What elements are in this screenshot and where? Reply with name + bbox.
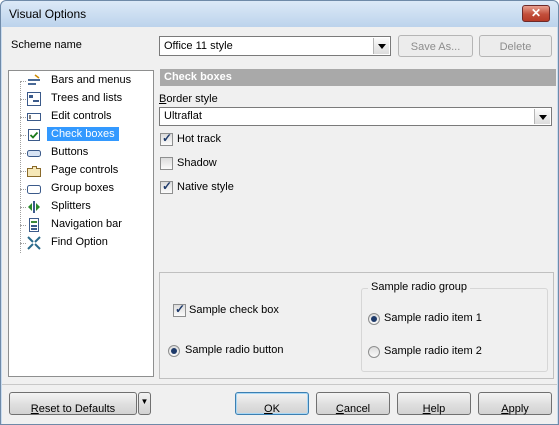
find-option-icon	[27, 236, 41, 250]
reset-to-defaults-button[interactable]: Reset to Defaults	[9, 392, 137, 415]
tree-item-label: Group boxes	[51, 182, 114, 194]
visual-options-window: Visual Options ✕ Scheme name Office 11 s…	[0, 0, 559, 425]
shadow-checkbox[interactable]	[160, 157, 173, 170]
sample-radio-button-label[interactable]: Sample radio button	[185, 344, 283, 356]
tree-connector	[20, 135, 26, 136]
chevron-down-icon: ▼	[140, 397, 149, 406]
tree-item-label: Page controls	[51, 164, 119, 176]
scheme-name-value: Office 11 style	[164, 40, 233, 52]
sample-radio-group: Sample radio group	[361, 281, 548, 372]
border-style-label-text: order style	[166, 93, 218, 105]
splitter-icon	[27, 200, 41, 214]
save-as-label: Save As...	[410, 41, 461, 53]
tree-connector	[20, 225, 26, 226]
sample-radio-button[interactable]	[168, 345, 180, 357]
sample-check-box-label[interactable]: Sample check box	[189, 304, 279, 316]
tree-item-label: Bars and menus	[51, 74, 132, 86]
apply-label: Apply	[501, 403, 529, 415]
border-style-combo[interactable]: Ultraflat	[159, 107, 552, 126]
title-bar: Visual Options ✕	[1, 1, 558, 27]
tree-item-label: Check boxes	[47, 127, 119, 141]
save-as-button[interactable]: Save As...	[398, 35, 473, 57]
tree-connector	[20, 117, 26, 118]
scheme-name-combo[interactable]: Office 11 style	[159, 36, 391, 56]
delete-label: Delete	[499, 41, 532, 53]
tree-item-label: Trees and lists	[51, 92, 123, 104]
hot-track-checkbox[interactable]	[160, 131, 173, 146]
sample-check-box[interactable]	[173, 302, 186, 317]
tree-connector	[20, 81, 21, 253]
ok-label: OK	[264, 403, 280, 415]
page-control-icon	[27, 164, 41, 178]
checkbox-icon	[27, 128, 41, 142]
cancel-button[interactable]: Cancel	[316, 392, 390, 415]
section-title: Check boxes	[164, 71, 232, 83]
tree-list-icon	[27, 92, 41, 106]
tree-connector	[20, 99, 26, 100]
group-box-icon	[27, 182, 41, 196]
sample-radio-group-title: Sample radio group	[368, 281, 471, 293]
chevron-down-icon[interactable]	[373, 38, 389, 54]
dialog-client-area: Scheme name Office 11 style Save As... D…	[2, 27, 557, 424]
tree-connector	[20, 153, 26, 154]
help-label: Help	[422, 403, 446, 415]
tree-item-label: Navigation bar	[51, 218, 122, 230]
native-style-label[interactable]: Native style	[177, 181, 234, 193]
tree-connector	[20, 81, 26, 82]
button-icon	[27, 146, 41, 160]
ok-button[interactable]: OK	[235, 392, 309, 415]
bars-menus-icon	[27, 74, 41, 88]
chevron-down-icon[interactable]	[534, 109, 550, 124]
reset-dropdown-button[interactable]: ▼	[138, 392, 151, 415]
tree-item-label: Splitters	[51, 200, 91, 212]
tree-connector	[20, 207, 26, 208]
sample-radio-item-2[interactable]	[368, 346, 380, 358]
sample-radio-item-1-label[interactable]: Sample radio item 1	[384, 312, 482, 324]
scheme-name-label: Scheme name	[11, 39, 82, 51]
section-header: Check boxes	[160, 69, 556, 86]
help-button[interactable]: Help	[397, 392, 471, 415]
navigation-bar-icon	[27, 218, 41, 232]
sample-radio-item-2-label[interactable]: Sample radio item 2	[384, 345, 482, 357]
tree-item-label: Buttons	[51, 146, 89, 158]
window-title: Visual Options	[9, 7, 87, 21]
tree-connector	[20, 189, 26, 190]
options-tree[interactable]: Bars and menus Trees and lists Edit contro…	[8, 70, 154, 377]
button-bar-divider	[2, 384, 557, 385]
tree-connector	[20, 243, 26, 244]
close-button[interactable]: ✕	[522, 5, 550, 22]
shadow-label[interactable]: Shadow	[177, 157, 217, 169]
tree-item-label: Edit controls	[51, 110, 112, 122]
tree-item-label: Find Option	[51, 236, 108, 248]
tree-connector	[20, 171, 26, 172]
edit-control-icon	[27, 110, 41, 124]
apply-button[interactable]: Apply	[478, 392, 552, 415]
native-style-checkbox[interactable]	[160, 179, 173, 194]
border-style-label: Border style	[159, 93, 218, 105]
reset-label: Reset to Defaults	[30, 403, 116, 415]
cancel-label: Cancel	[335, 403, 371, 415]
delete-button[interactable]: Delete	[479, 35, 552, 57]
border-style-value: Ultraflat	[164, 110, 202, 122]
hot-track-label[interactable]: Hot track	[177, 133, 221, 145]
sample-radio-item-1[interactable]	[368, 313, 380, 325]
